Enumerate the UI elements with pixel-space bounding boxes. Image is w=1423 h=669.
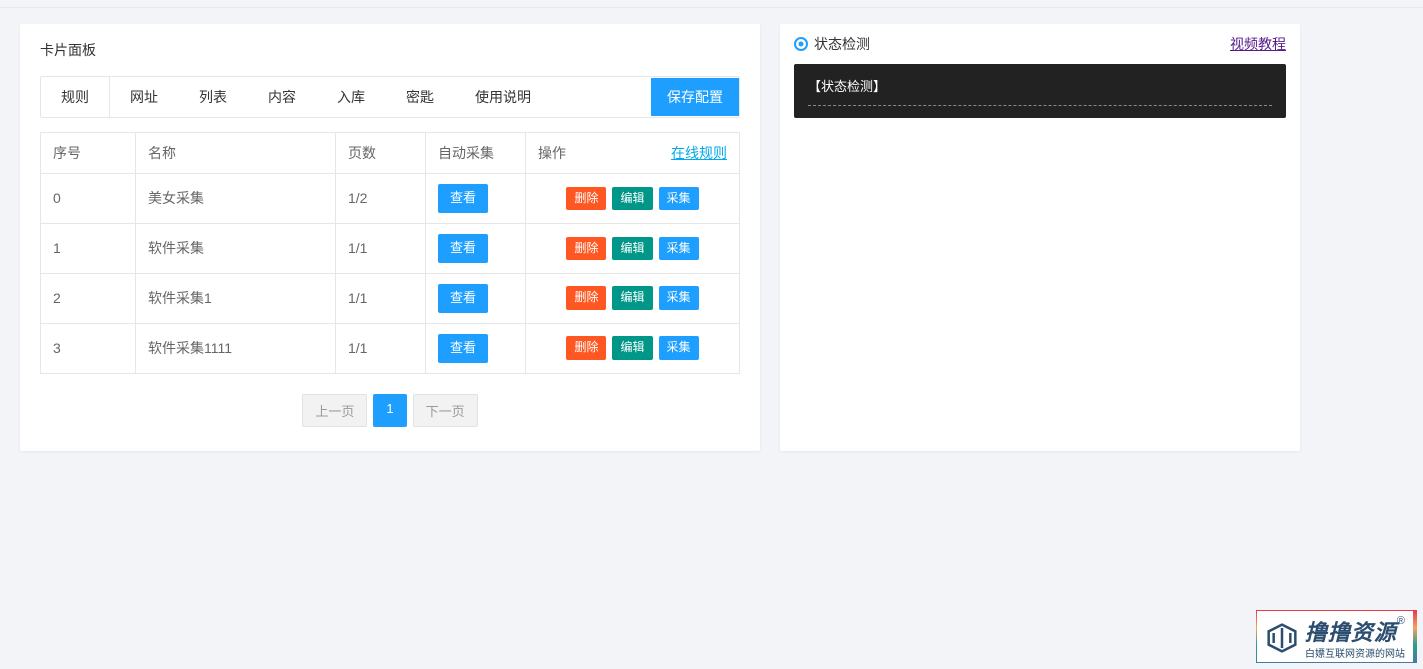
cell-ops: 删除编辑采集 <box>526 273 740 323</box>
col-header-name: 名称 <box>136 133 336 174</box>
watermark-badge: 撸撸资源® 白嫖互联网资源的网站 <box>1256 610 1417 663</box>
collect-button[interactable]: 采集 <box>659 336 699 360</box>
table-row: 2软件采集11/1 查看 删除编辑采集 <box>41 273 740 323</box>
cell-auto: 查看 <box>426 174 526 224</box>
watermark-logo-icon <box>1265 623 1299 653</box>
status-panel: 状态检测 视频教程 【状态检测】 <box>780 24 1300 451</box>
tab-help[interactable]: 使用说明 <box>455 77 552 117</box>
cell-name: 软件采集1111 <box>136 323 336 373</box>
tabs-row: 规则 网址 列表 内容 入库 密匙 使用说明 保存配置 <box>40 76 740 118</box>
delete-button[interactable]: 删除 <box>566 187 606 211</box>
table-row: 1软件采集1/1 查看 删除编辑采集 <box>41 223 740 273</box>
status-divider <box>808 105 1272 106</box>
cell-ops: 删除编辑采集 <box>526 223 740 273</box>
page-prev-button[interactable]: 上一页 <box>302 394 367 427</box>
card-panel: 卡片面板 规则 网址 列表 内容 入库 密匙 使用说明 保存配置 序号 名称 页… <box>20 24 760 451</box>
cell-pages: 1/1 <box>336 323 426 373</box>
ops-label: 操作 <box>538 143 566 163</box>
watermark-reg-symbol: ® <box>1397 615 1405 627</box>
cell-name: 美女采集 <box>136 174 336 224</box>
cell-num: 3 <box>41 323 136 373</box>
main-wrap: 卡片面板 规则 网址 列表 内容 入库 密匙 使用说明 保存配置 序号 名称 页… <box>0 8 1423 467</box>
collect-button[interactable]: 采集 <box>659 286 699 310</box>
col-header-auto: 自动采集 <box>426 133 526 174</box>
cell-num: 2 <box>41 273 136 323</box>
tab-store[interactable]: 入库 <box>317 77 386 117</box>
cell-pages: 1/1 <box>336 273 426 323</box>
watermark-main-text: 撸撸资源 <box>1305 620 1397 645</box>
pagination: 上一页 1 下一页 <box>40 394 740 427</box>
cell-num: 1 <box>41 223 136 273</box>
edit-button[interactable]: 编辑 <box>612 237 652 261</box>
tab-key[interactable]: 密匙 <box>386 77 455 117</box>
tab-rules[interactable]: 规则 <box>41 77 110 117</box>
page-next-button[interactable]: 下一页 <box>413 394 478 427</box>
watermark-sub-text: 白嫖互联网资源的网站 <box>1305 645 1405 660</box>
panel-title: 卡片面板 <box>40 40 740 60</box>
collect-button[interactable]: 采集 <box>659 187 699 211</box>
collect-button[interactable]: 采集 <box>659 237 699 261</box>
cell-auto: 查看 <box>426 273 526 323</box>
cell-name: 软件采集 <box>136 223 336 273</box>
rules-table: 序号 名称 页数 自动采集 操作 在线规则 0美女采集1/2查看删除编辑采集1软… <box>40 132 740 374</box>
status-title: 状态检测 <box>814 34 870 54</box>
status-label: 【状态检测】 <box>808 76 1272 95</box>
delete-button[interactable]: 删除 <box>566 237 606 261</box>
cell-auto: 查看 <box>426 223 526 273</box>
cell-name: 软件采集1 <box>136 273 336 323</box>
table-header-row: 序号 名称 页数 自动采集 操作 在线规则 <box>41 133 740 174</box>
col-header-pages: 页数 <box>336 133 426 174</box>
save-config-button[interactable]: 保存配置 <box>651 78 739 116</box>
view-button[interactable]: 查看 <box>438 284 488 313</box>
view-button[interactable]: 查看 <box>438 234 488 263</box>
delete-button[interactable]: 删除 <box>566 286 606 310</box>
view-button[interactable]: 查看 <box>438 334 488 363</box>
online-rule-link[interactable]: 在线规则 <box>671 143 727 163</box>
table-row: 3软件采集11111/1 查看 删除编辑采集 <box>41 323 740 373</box>
page-current-button[interactable]: 1 <box>373 394 406 427</box>
cell-pages: 1/2 <box>336 174 426 224</box>
cell-pages: 1/1 <box>336 223 426 273</box>
delete-button[interactable]: 删除 <box>566 336 606 360</box>
status-console: 【状态检测】 <box>794 64 1286 118</box>
col-header-num: 序号 <box>41 133 136 174</box>
status-header: 状态检测 视频教程 <box>780 24 1300 64</box>
target-icon <box>794 37 808 51</box>
tabs: 规则 网址 列表 内容 入库 密匙 使用说明 <box>41 77 651 117</box>
edit-button[interactable]: 编辑 <box>612 187 652 211</box>
cell-ops: 删除编辑采集 <box>526 174 740 224</box>
table-row: 0美女采集1/2 查看 删除编辑采集 <box>41 174 740 224</box>
cell-num: 0 <box>41 174 136 224</box>
top-bar <box>0 0 1423 8</box>
tab-url[interactable]: 网址 <box>110 77 179 117</box>
cell-ops: 删除编辑采集 <box>526 323 740 373</box>
tab-list[interactable]: 列表 <box>179 77 248 117</box>
col-header-ops: 操作 在线规则 <box>526 133 740 174</box>
video-tutorial-link[interactable]: 视频教程 <box>1230 34 1286 54</box>
cell-auto: 查看 <box>426 323 526 373</box>
status-header-left: 状态检测 <box>794 34 870 54</box>
tab-content[interactable]: 内容 <box>248 77 317 117</box>
edit-button[interactable]: 编辑 <box>612 286 652 310</box>
edit-button[interactable]: 编辑 <box>612 336 652 360</box>
view-button[interactable]: 查看 <box>438 184 488 213</box>
